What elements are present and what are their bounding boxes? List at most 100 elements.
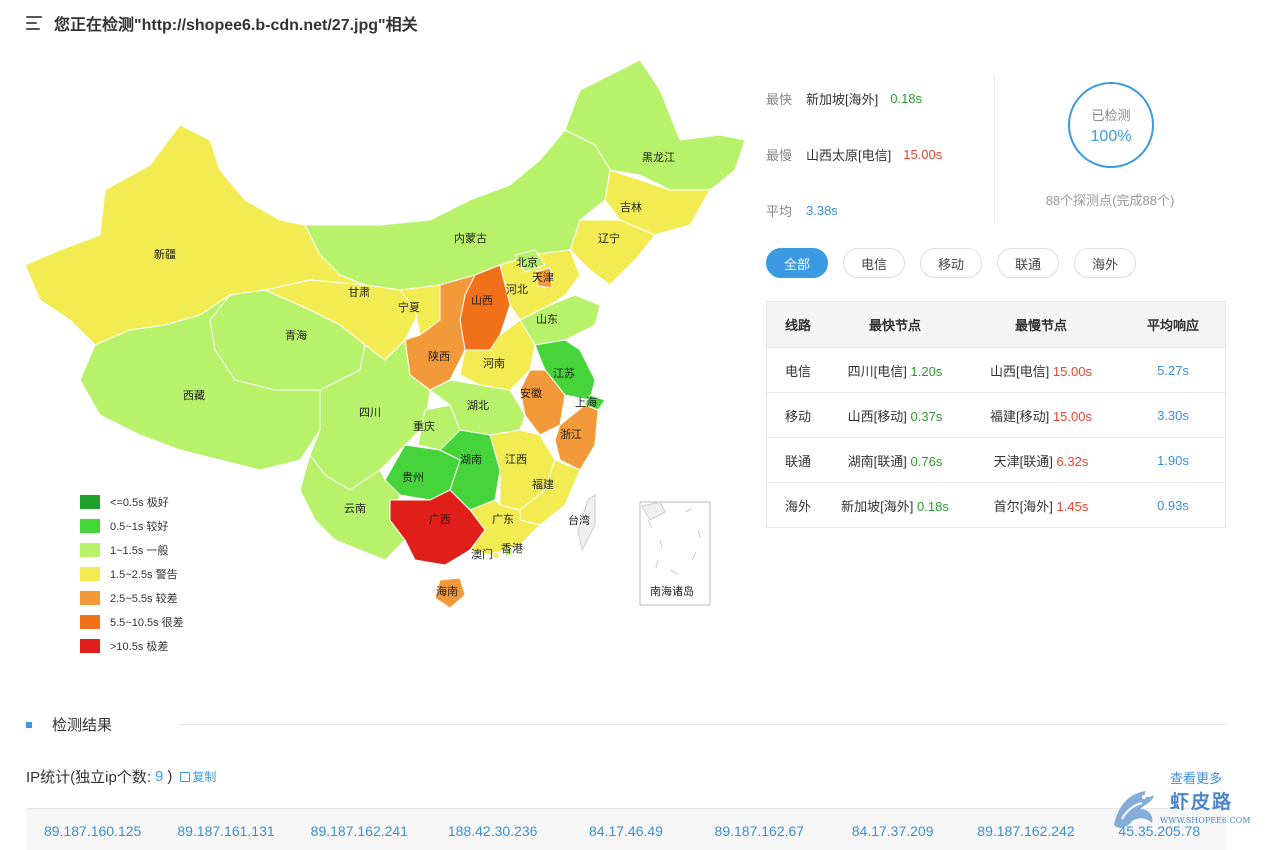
cell-fast-value: 0.76s	[910, 453, 943, 469]
progress-ring: 已检测 100%	[1068, 82, 1154, 168]
ip-item[interactable]: 188.42.30.236	[426, 823, 559, 839]
legend-item-poor[interactable]: 2.5~5.5s 较差	[80, 586, 184, 610]
ip-item[interactable]: 89.187.160.125	[26, 823, 159, 839]
ip-item[interactable]: 89.187.161.131	[159, 823, 292, 839]
menu-icon[interactable]	[26, 16, 42, 30]
isp-tabs: 全部 电信 移动 联通 海外	[766, 248, 1137, 278]
region-macau[interactable]	[492, 551, 500, 559]
cell-node: 山西[电信]	[990, 363, 1050, 379]
cell-average: 0.93s	[1157, 497, 1189, 513]
stats-divider	[994, 75, 995, 223]
label-tianjin: 天津	[532, 271, 554, 284]
dragon-logo-icon	[1114, 791, 1154, 828]
region-liaoning[interactable]	[569, 219, 656, 286]
watermark-title: 虾皮路	[1170, 792, 1234, 813]
label-henan: 河南	[483, 357, 505, 370]
stat-label: 平均	[766, 203, 793, 219]
label-hebei: 河北	[506, 283, 528, 296]
label-fujian: 福建	[532, 477, 554, 491]
stat-average: 平均 3.38s	[766, 182, 991, 238]
label-gansu: 甘肃	[348, 286, 370, 299]
label-heilongjiang: 黑龙江	[642, 151, 675, 164]
label-xizang: 西藏	[183, 389, 205, 402]
ip-stat: IP统计(独立ip个数: 9 ) 复制	[26, 766, 216, 787]
cell-fast-value: 1.20s	[910, 363, 943, 379]
cell-line: 联通	[784, 453, 811, 469]
copy-button[interactable]: 复制	[180, 768, 216, 785]
cell-average: 1.90s	[1157, 452, 1189, 468]
cell-slowest: 首尔[海外] 1.45s	[961, 496, 1121, 515]
cell-line: 移动	[784, 408, 811, 424]
label-taiwan: 台湾	[568, 513, 590, 527]
label-guangdong: 广东	[492, 513, 514, 526]
tab-overseas[interactable]: 海外	[1074, 248, 1137, 278]
legend-item-warning[interactable]: 1.5~2.5s 警告	[80, 562, 184, 586]
stat-value: 15.00s	[903, 146, 943, 162]
stat-value: 0.18s	[890, 90, 923, 106]
cell-slowest: 山西[电信] 15.00s	[961, 361, 1121, 380]
cell-fastest: 新加坡[海外] 0.18s	[829, 496, 961, 515]
copy-label: 复制	[192, 770, 217, 784]
cell-node: 首尔[海外]	[993, 498, 1053, 514]
ip-stat-prefix: IP统计(独立ip个数:	[26, 769, 152, 786]
ip-item[interactable]: 84.17.46.49	[559, 823, 692, 839]
south-sea-label: 南海诸岛	[650, 584, 694, 598]
tab-mobile[interactable]: 移动	[920, 248, 983, 278]
results-section-title: 检测结果	[26, 714, 112, 735]
label-hunan: 湖南	[460, 453, 482, 466]
progress-label: 已检测	[1091, 107, 1131, 123]
legend-item-normal[interactable]: 1~1.5s 一般	[80, 538, 184, 562]
cell-slow-value: 1.45s	[1056, 498, 1089, 514]
cell-node: 新加坡[海外]	[841, 498, 914, 514]
label-jiangxi: 江西	[505, 453, 527, 466]
stat-node: 山西太原[电信]	[806, 147, 892, 163]
label-beijing: 北京	[516, 255, 538, 269]
legend-item-excellent[interactable]: <=0.5s 极好	[80, 490, 184, 514]
cell-slowest: 福建[移动] 15.00s	[961, 406, 1121, 425]
ip-list: 89.187.160.125 89.187.161.131 89.187.162…	[26, 808, 1226, 850]
tab-all[interactable]: 全部	[766, 248, 829, 278]
cell-node: 山西[移动]	[847, 408, 907, 424]
cell-node: 四川[电信]	[847, 363, 907, 379]
label-hubei: 湖北	[467, 399, 489, 412]
ip-item[interactable]: 89.187.162.241	[293, 823, 426, 839]
ip-count: 9	[155, 768, 164, 785]
label-neimenggu: 内蒙古	[454, 231, 487, 245]
legend-label: 0.5~1s 较好	[110, 521, 169, 533]
isp-table: 线路 最快节点 最慢节点 平均响应 电信 四川[电信] 1.20s 山西[电信]…	[766, 301, 1226, 528]
label-ningxia: 宁夏	[398, 300, 420, 314]
label-anhui: 安徽	[520, 386, 542, 400]
cell-slow-value: 15.00s	[1052, 408, 1092, 424]
legend-label: >10.5s 极差	[110, 641, 169, 653]
stat-label: 最慢	[766, 147, 793, 163]
tab-unicom[interactable]: 联通	[997, 248, 1060, 278]
cell-fastest: 湖南[联通] 0.76s	[829, 451, 961, 470]
ip-item[interactable]: 89.187.162.67	[693, 823, 826, 839]
ip-stat-suffix: )	[167, 768, 173, 785]
label-shanxi: 山西	[471, 294, 493, 307]
page-title: 您正在检测"http://shopee6.b-cdn.net/27.jpg"相关	[54, 17, 418, 34]
section-divider	[178, 724, 1226, 725]
tab-telecom[interactable]: 电信	[843, 248, 906, 278]
label-hongkong: 香港	[501, 542, 523, 555]
table-header-row: 线路 最快节点 最慢节点 平均响应	[767, 302, 1225, 347]
ip-item[interactable]: 84.17.37.209	[826, 823, 959, 839]
cell-fastest: 四川[电信] 1.20s	[829, 361, 961, 380]
table-row: 移动 山西[移动] 0.37s 福建[移动] 15.00s 3.30s	[767, 392, 1225, 437]
column-header: 线路	[784, 318, 811, 333]
watermark: 虾皮路 WWW.SHOPEE6.COM	[1108, 785, 1258, 835]
legend-swatch	[80, 543, 100, 557]
legend-item-terrible[interactable]: >10.5s 极差	[80, 634, 184, 658]
ip-item[interactable]: 89.187.162.242	[959, 823, 1092, 839]
label-yunnan: 云南	[344, 502, 366, 515]
cell-line: 电信	[784, 363, 811, 379]
label-liaoning: 辽宁	[598, 231, 620, 245]
section-title-text: 检测结果	[52, 717, 113, 734]
label-hainan: 海南	[436, 584, 458, 598]
legend-item-good[interactable]: 0.5~1s 较好	[80, 514, 184, 538]
label-jiangsu: 江苏	[553, 367, 575, 380]
legend-item-very-poor[interactable]: 5.5~10.5s 很差	[80, 610, 184, 634]
cell-fast-value: 0.37s	[910, 408, 943, 424]
cell-average: 5.27s	[1157, 362, 1189, 378]
legend-swatch	[80, 519, 100, 533]
